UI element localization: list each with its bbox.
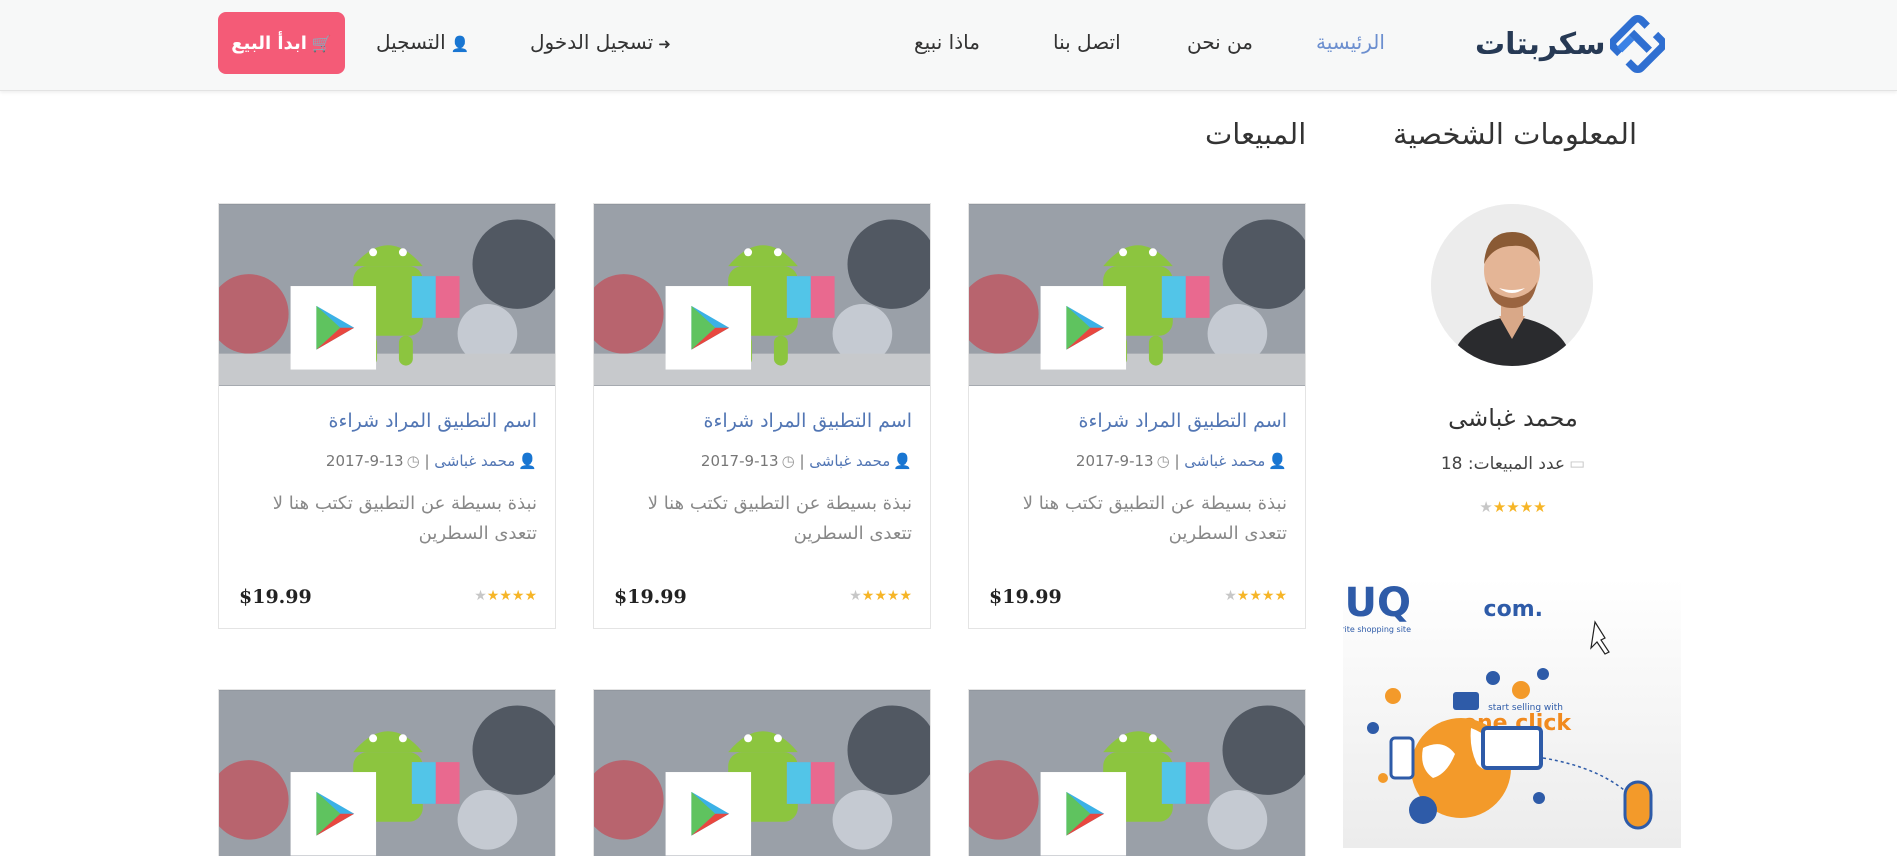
product-card[interactable]: اسم التطبيق المراد شراءة 👤محمد غباشى | ◷…: [968, 203, 1306, 629]
product-image: [594, 204, 930, 386]
sales-count-value: 18: [1440, 454, 1463, 474]
product-card[interactable]: [593, 689, 931, 856]
phone-icon: [1389, 736, 1415, 780]
product-image: [219, 690, 555, 856]
logo-mark-icon: [1609, 14, 1665, 74]
calendar-icon: ▭: [1569, 454, 1586, 474]
nav-about[interactable]: من نحن: [1187, 30, 1253, 54]
user-icon: 👤: [893, 452, 912, 470]
user-plus-icon: 👤: [450, 35, 470, 53]
product-image: [969, 690, 1305, 856]
nav-contact[interactable]: اتصل بنا: [1053, 30, 1121, 54]
product-card[interactable]: اسم التطبيق المراد شراءة 👤محمد غباشى | ◷…: [218, 203, 556, 629]
product-meta: 👤محمد غباشى | ◷13-9-2017: [700, 452, 912, 470]
profile-rating: ★★★★★: [1430, 498, 1596, 516]
star-icon: ★: [486, 588, 500, 604]
product-date: 13-9-2017: [325, 452, 404, 470]
user-icon: 👤: [518, 452, 537, 470]
start-selling-label: ابدأ البيع: [231, 32, 307, 54]
ad-tagline: The Arab world's favorite shopping site: [1343, 625, 1411, 634]
cursor-icon: [1590, 620, 1610, 655]
monitor-icon: [1481, 726, 1543, 770]
login-link[interactable]: ➜تسجيل الدخول: [530, 30, 671, 54]
star-icon: ★: [1533, 498, 1547, 516]
sales-section-title: المبيعات: [1205, 117, 1307, 151]
login-label: تسجيل الدخول: [530, 30, 654, 54]
star-empty-icon: ★: [474, 588, 487, 604]
product-card[interactable]: اسم التطبيق المراد شراءة 👤محمد غباشى | ◷…: [593, 203, 931, 629]
star-icon: ★: [899, 588, 912, 604]
sales-count: ▭عدد المبيعات: 18: [1430, 454, 1596, 474]
star-icon: ★: [1261, 588, 1275, 604]
product-price: $19.99: [239, 586, 312, 608]
star-icon: ★: [524, 588, 537, 604]
clock-icon: ◷: [781, 452, 795, 470]
star-icon: ★: [1506, 498, 1520, 516]
product-title[interactable]: اسم التطبيق المراد شراءة: [703, 410, 912, 432]
product-image: [594, 690, 930, 856]
star-icon: ★: [1519, 498, 1534, 516]
souq-ad-banner[interactable]: SOUQ .com The Arab world's favorite shop…: [1343, 578, 1681, 848]
camera-icon: [1453, 692, 1479, 710]
product-date: 13-9-2017: [1075, 452, 1154, 470]
product-title[interactable]: اسم التطبيق المراد شراءة: [328, 410, 537, 432]
product-date: 13-9-2017: [700, 452, 779, 470]
logo-text: سكربتات: [1475, 26, 1607, 62]
nav-home[interactable]: الرئيسية: [1316, 30, 1385, 54]
product-rating: ★★★★★: [474, 588, 537, 604]
power-icon: [1409, 796, 1437, 824]
start-selling-button[interactable]: 🛒 ابدأ البيع: [218, 12, 345, 74]
sales-count-label: عدد المبيعات:: [1467, 454, 1566, 474]
product-rating: ★★★★★: [1224, 588, 1287, 604]
product-price: $19.99: [614, 586, 687, 608]
product-card[interactable]: [968, 689, 1306, 856]
product-card[interactable]: [218, 689, 556, 856]
star-icon: ★: [499, 588, 512, 604]
profile-name: محمد غباشى: [1448, 404, 1578, 432]
star-icon: ★: [1274, 588, 1287, 604]
ad-domain: .com: [1484, 597, 1543, 622]
ad-artwork: SOUQ .com The Arab world's favorite shop…: [1343, 580, 1653, 830]
product-author[interactable]: محمد غباشى: [434, 452, 515, 470]
site-logo[interactable]: سكربتات: [1475, 10, 1665, 78]
sign-in-icon: ➜: [658, 35, 671, 53]
avatar-image: [1431, 204, 1593, 366]
product-image: [969, 204, 1305, 386]
avatar: [1431, 204, 1593, 366]
profile-section-title: المعلومات الشخصية: [1393, 117, 1638, 151]
product-image: [219, 204, 555, 386]
product-rating: ★★★★★: [849, 588, 912, 604]
shopping-cart-icon: 🛒: [311, 33, 332, 53]
product-meta: 👤محمد غباشى | ◷13-9-2017: [325, 452, 537, 470]
product-price: $19.99: [989, 586, 1062, 608]
mouse-icon: [1623, 780, 1653, 830]
product-title[interactable]: اسم التطبيق المراد شراءة: [1078, 410, 1287, 432]
star-icon: ★: [861, 588, 875, 604]
star-icon: ★: [874, 588, 887, 604]
star-icon: ★: [1236, 588, 1250, 604]
product-meta: 👤محمد غباشى | ◷13-9-2017: [1075, 452, 1287, 470]
star-empty-icon: ★: [1479, 498, 1493, 516]
register-label: التسجيل: [376, 30, 446, 54]
product-description: نبذة بسيطة عن التطبيق تكتب هنا لا تتعدى …: [1022, 493, 1287, 544]
product-author[interactable]: محمد غباشى: [809, 452, 890, 470]
star-icon: ★: [1492, 498, 1507, 516]
star-empty-icon: ★: [1224, 588, 1237, 604]
star-icon: ★: [886, 588, 900, 604]
clock-icon: ◷: [1156, 452, 1170, 470]
product-author[interactable]: محمد غباشى: [1184, 452, 1265, 470]
star-icon: ★: [511, 588, 525, 604]
register-link[interactable]: 👤التسجيل: [376, 30, 469, 54]
top-navbar: سكربتات الرئيسية من نحن اتصل بنا ماذا نب…: [0, 0, 1897, 91]
star-icon: ★: [1249, 588, 1262, 604]
ad-brand: SOUQ: [1343, 580, 1411, 626]
product-description: نبذة بسيطة عن التطبيق تكتب هنا لا تتعدى …: [272, 493, 537, 544]
nav-what-we-sell[interactable]: ماذا نبيع: [914, 30, 980, 54]
user-icon: 👤: [1268, 452, 1287, 470]
product-description: نبذة بسيطة عن التطبيق تكتب هنا لا تتعدى …: [647, 493, 912, 544]
star-empty-icon: ★: [849, 588, 862, 604]
clock-icon: ◷: [406, 452, 420, 470]
